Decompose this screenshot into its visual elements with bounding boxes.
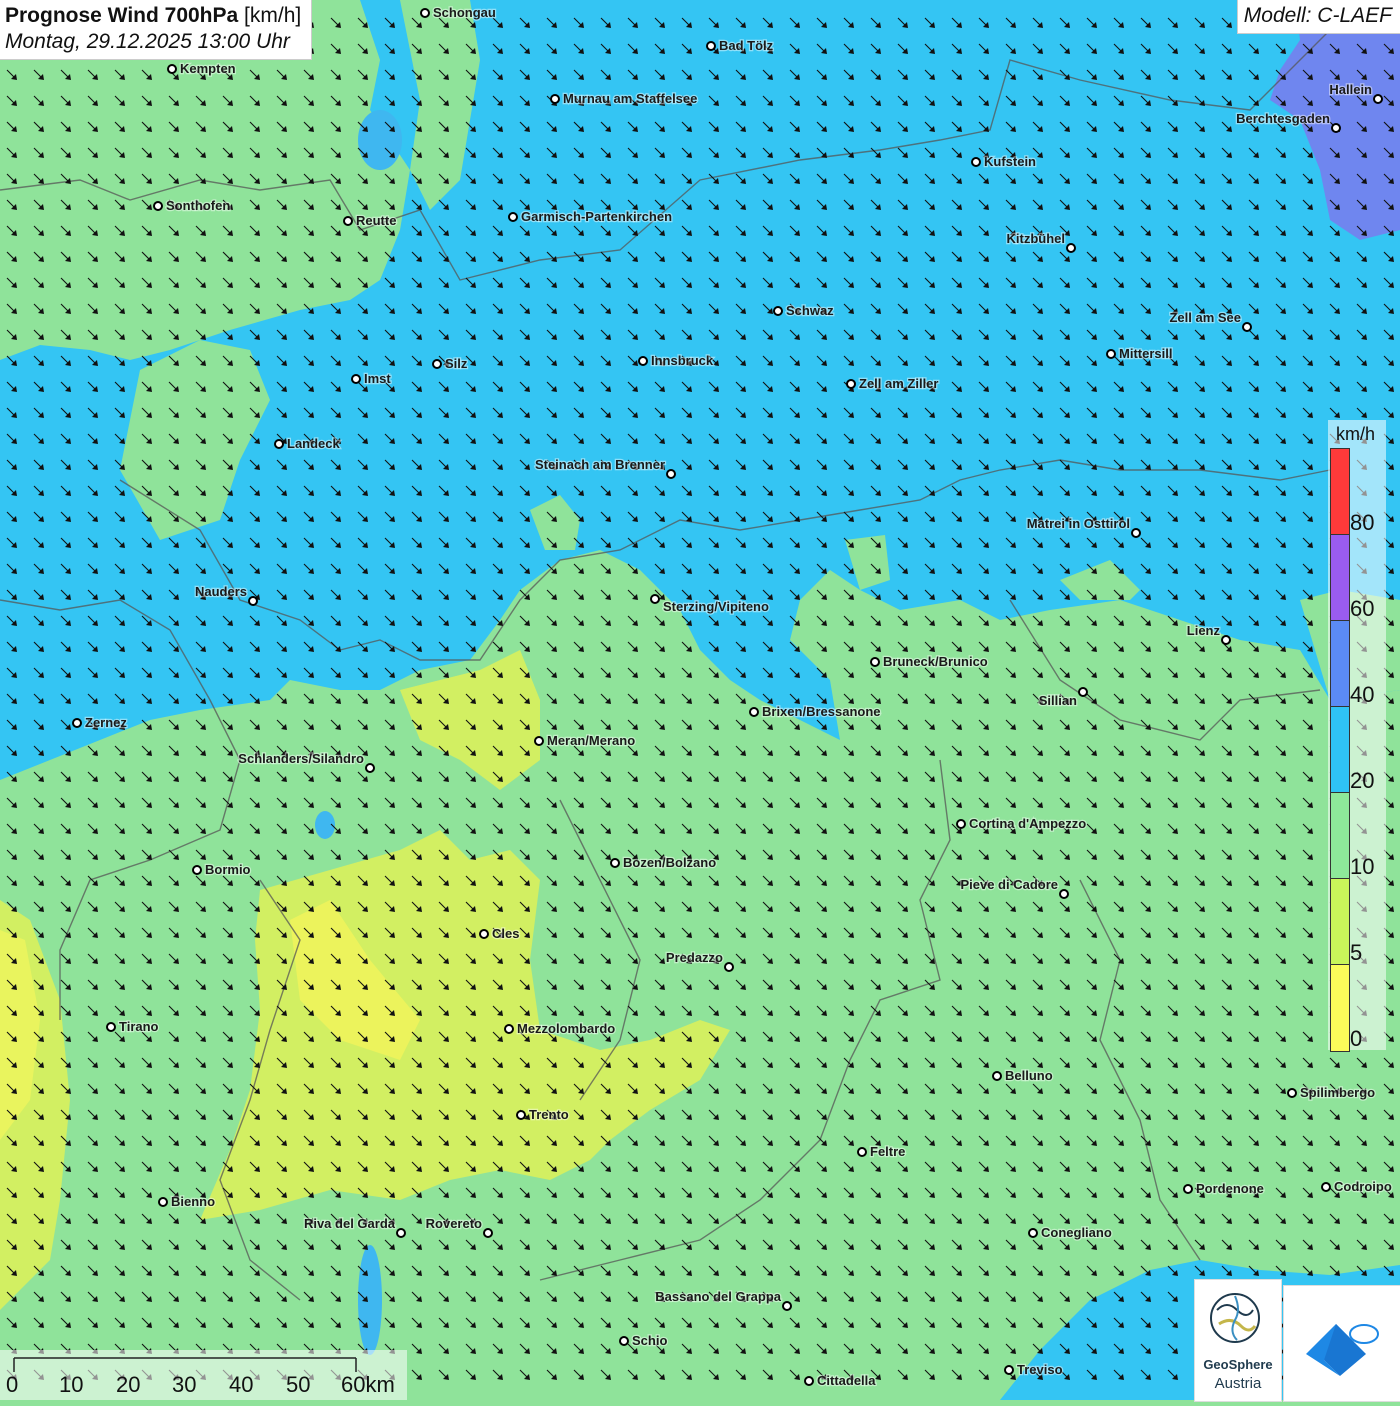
wind-map[interactable]: SchongauBad TölzKemptenMurnau am Staffel… xyxy=(0,0,1400,1400)
lake-ammersee xyxy=(358,110,402,170)
lake-garda xyxy=(358,1245,382,1355)
